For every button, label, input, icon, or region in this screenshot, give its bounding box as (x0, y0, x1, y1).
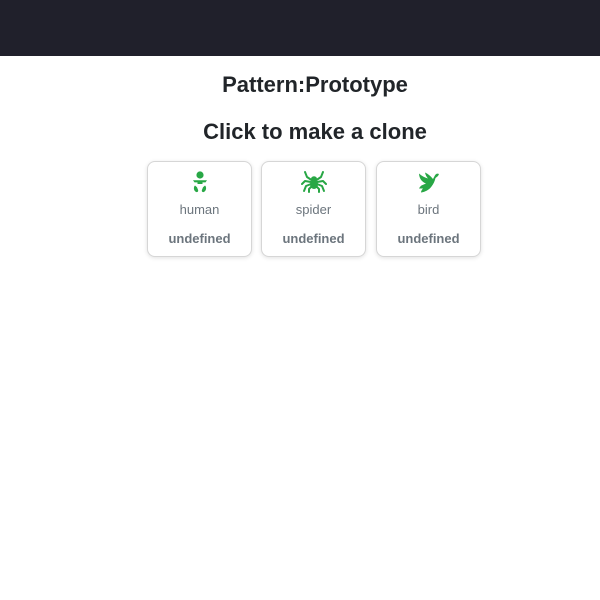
dove-icon (377, 170, 480, 194)
card-spider[interactable]: spider undefined (261, 161, 366, 257)
card-value: undefined (168, 231, 231, 246)
card-bird[interactable]: bird undefined (376, 161, 481, 257)
page-title: Pattern:Prototype (222, 72, 408, 97)
baby-icon (148, 170, 251, 194)
card-human[interactable]: human undefined (147, 161, 252, 257)
page-subtitle: Click to make a clone (203, 119, 427, 144)
card-value: undefined (282, 231, 345, 246)
card-name: human (179, 202, 220, 217)
top-navbar (0, 0, 600, 56)
spider-icon (262, 170, 365, 194)
card-name: spider (295, 202, 332, 217)
card-value: undefined (397, 231, 460, 246)
card-name: bird (417, 202, 440, 217)
